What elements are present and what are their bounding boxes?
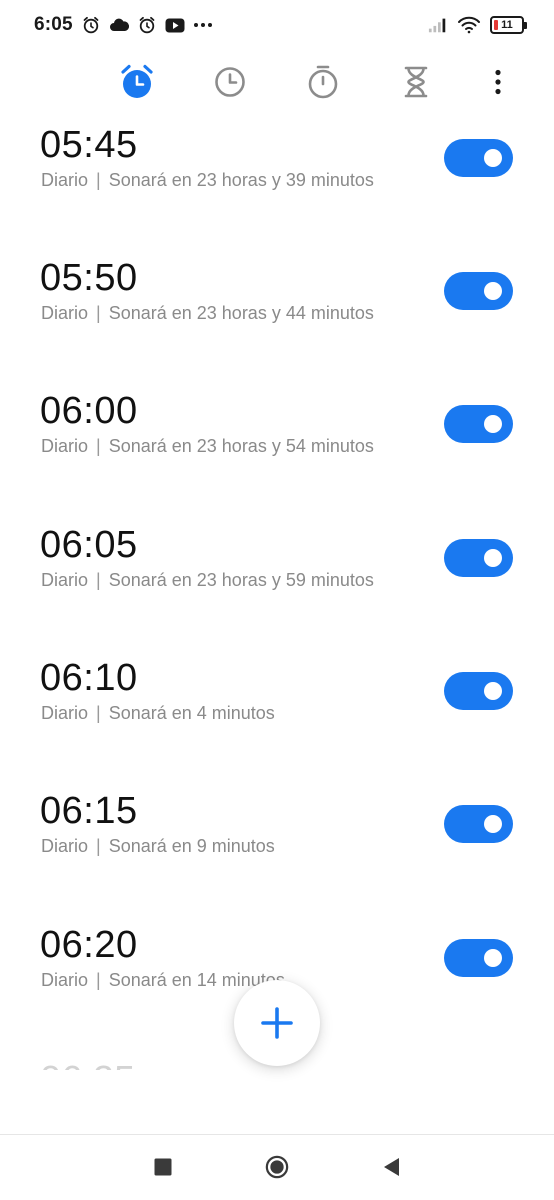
tab-timer[interactable]: [396, 62, 436, 102]
alarm-repeat: Diario: [41, 703, 89, 723]
alarm-toggle[interactable]: [444, 939, 513, 977]
toggle-knob: [484, 282, 502, 300]
alarm-time: 06:05: [40, 524, 138, 566]
alarm-time: 06:15: [40, 790, 138, 832]
alarm-remaining: Sonará en 23 horas y 54 minutos: [108, 436, 374, 456]
back-button[interactable]: [379, 1155, 403, 1179]
battery-icon: 11: [490, 16, 527, 34]
tab-alarm[interactable]: [117, 62, 157, 102]
alarm-separator: |: [96, 570, 101, 590]
alarm-item[interactable]: 05:45 Diario | Sonará en 23 horas y 39 min…: [0, 108, 554, 241]
alarm-icon: [137, 15, 157, 35]
alarm-subtitle: Diario | Sonará en 23 horas y 44 minutos: [41, 303, 374, 324]
toggle-knob: [484, 415, 502, 433]
alarm-remaining: Sonará en 23 horas y 44 minutos: [108, 303, 374, 323]
alarm-separator: |: [96, 170, 101, 190]
status-right: 11: [428, 15, 527, 35]
alarm-remaining: Sonará en 23 horas y 39 minutos: [108, 170, 374, 190]
alarm-subtitle: Diario | Sonará en 14 minutos: [41, 970, 285, 991]
alarm-toggle[interactable]: [444, 805, 513, 843]
alarm-repeat: Diario: [41, 436, 89, 456]
toggle-knob: [484, 549, 502, 567]
alarm-repeat: Diario: [41, 970, 89, 990]
youtube-icon: [165, 15, 185, 35]
alarm-repeat: Diario: [41, 836, 89, 856]
alarm-repeat: Diario: [41, 303, 89, 323]
alarm-repeat: Diario: [41, 570, 89, 590]
alarm-list: 05:45 Diario | Sonará en 23 horas y 39 min…: [0, 108, 554, 1070]
alarm-time: 06:10: [40, 657, 138, 699]
alarm-time-partial: 06:25: [40, 1060, 135, 1070]
alarm-subtitle: Diario | Sonará en 23 horas y 39 minutos: [41, 170, 374, 191]
toggle-knob: [484, 682, 502, 700]
alarm-item[interactable]: 06:10 Diario | Sonará en 4 minutos: [0, 641, 554, 774]
back-icon: [384, 1158, 399, 1176]
toggle-knob: [484, 149, 502, 167]
wifi-icon: [456, 15, 482, 35]
more-options-button[interactable]: [478, 62, 518, 102]
alarm-subtitle: Diario | Sonará en 9 minutos: [41, 836, 275, 857]
alarm-separator: |: [96, 303, 101, 323]
home-icon: [265, 1155, 289, 1179]
alarm-item[interactable]: 05:50 Diario | Sonará en 23 horas y 44 min…: [0, 241, 554, 374]
alarm-toggle[interactable]: [444, 272, 513, 310]
alarm-clock-icon: [81, 15, 101, 35]
alarm-subtitle: Diario | Sonará en 23 horas y 54 minutos: [41, 436, 374, 457]
alarm-remaining: Sonará en 9 minutos: [108, 836, 275, 856]
alarm-time: 06:00: [40, 390, 138, 432]
alarm-separator: |: [96, 436, 101, 456]
alarm-subtitle: Diario | Sonará en 4 minutos: [41, 703, 275, 724]
stopwatch-icon: [308, 65, 338, 99]
navigation-bar: [0, 1134, 554, 1200]
battery-level: 11: [501, 19, 513, 31]
hourglass-icon: [404, 66, 428, 98]
toggle-knob: [484, 949, 502, 967]
cloud-icon: [109, 15, 129, 35]
alarm-separator: |: [96, 836, 101, 856]
alarm-item[interactable]: 06:00 Diario | Sonará en 23 horas y 54 min…: [0, 374, 554, 507]
status-left: 6:05: [34, 14, 213, 36]
tab-stopwatch[interactable]: [303, 62, 343, 102]
battery-fill: [494, 20, 498, 30]
alarm-time: 05:45: [40, 124, 138, 166]
status-time: 6:05: [34, 14, 73, 35]
tab-clock[interactable]: [210, 62, 250, 102]
alarm-item[interactable]: 06:05 Diario | Sonará en 23 horas y 59 min…: [0, 508, 554, 641]
screen: 6:05 11 05:45 Diario | Sonará en 23 hora…: [0, 0, 554, 1200]
alarm-toggle[interactable]: [444, 405, 513, 443]
signal-icon: [428, 15, 448, 35]
alarm-toggle[interactable]: [444, 139, 513, 177]
toggle-knob: [484, 815, 502, 833]
alarm-remaining: Sonará en 23 horas y 59 minutos: [108, 570, 374, 590]
more-dots-icon: [193, 15, 213, 35]
plus-icon: [261, 1007, 293, 1039]
alarm-subtitle: Diario | Sonará en 23 horas y 59 minutos: [41, 570, 374, 591]
alarm-separator: |: [96, 970, 101, 990]
alarm-icon: [121, 64, 153, 98]
alarm-time: 06:20: [40, 924, 138, 966]
home-button[interactable]: [265, 1155, 289, 1179]
clock-icon: [215, 67, 245, 97]
alarm-toggle[interactable]: [444, 539, 513, 577]
recent-apps-icon: [154, 1158, 172, 1176]
tab-bar: [0, 56, 554, 108]
status-bar: 6:05 11: [0, 0, 554, 50]
recent-apps-button[interactable]: [151, 1155, 175, 1179]
add-alarm-button[interactable]: [234, 980, 320, 1066]
alarm-time: 05:50: [40, 257, 138, 299]
alarm-repeat: Diario: [41, 170, 89, 190]
alarm-remaining: Sonará en 4 minutos: [108, 703, 275, 723]
alarm-separator: |: [96, 703, 101, 723]
alarm-item[interactable]: 06:15 Diario | Sonará en 9 minutos: [0, 774, 554, 907]
more-vertical-icon: [495, 69, 501, 95]
alarm-toggle[interactable]: [444, 672, 513, 710]
